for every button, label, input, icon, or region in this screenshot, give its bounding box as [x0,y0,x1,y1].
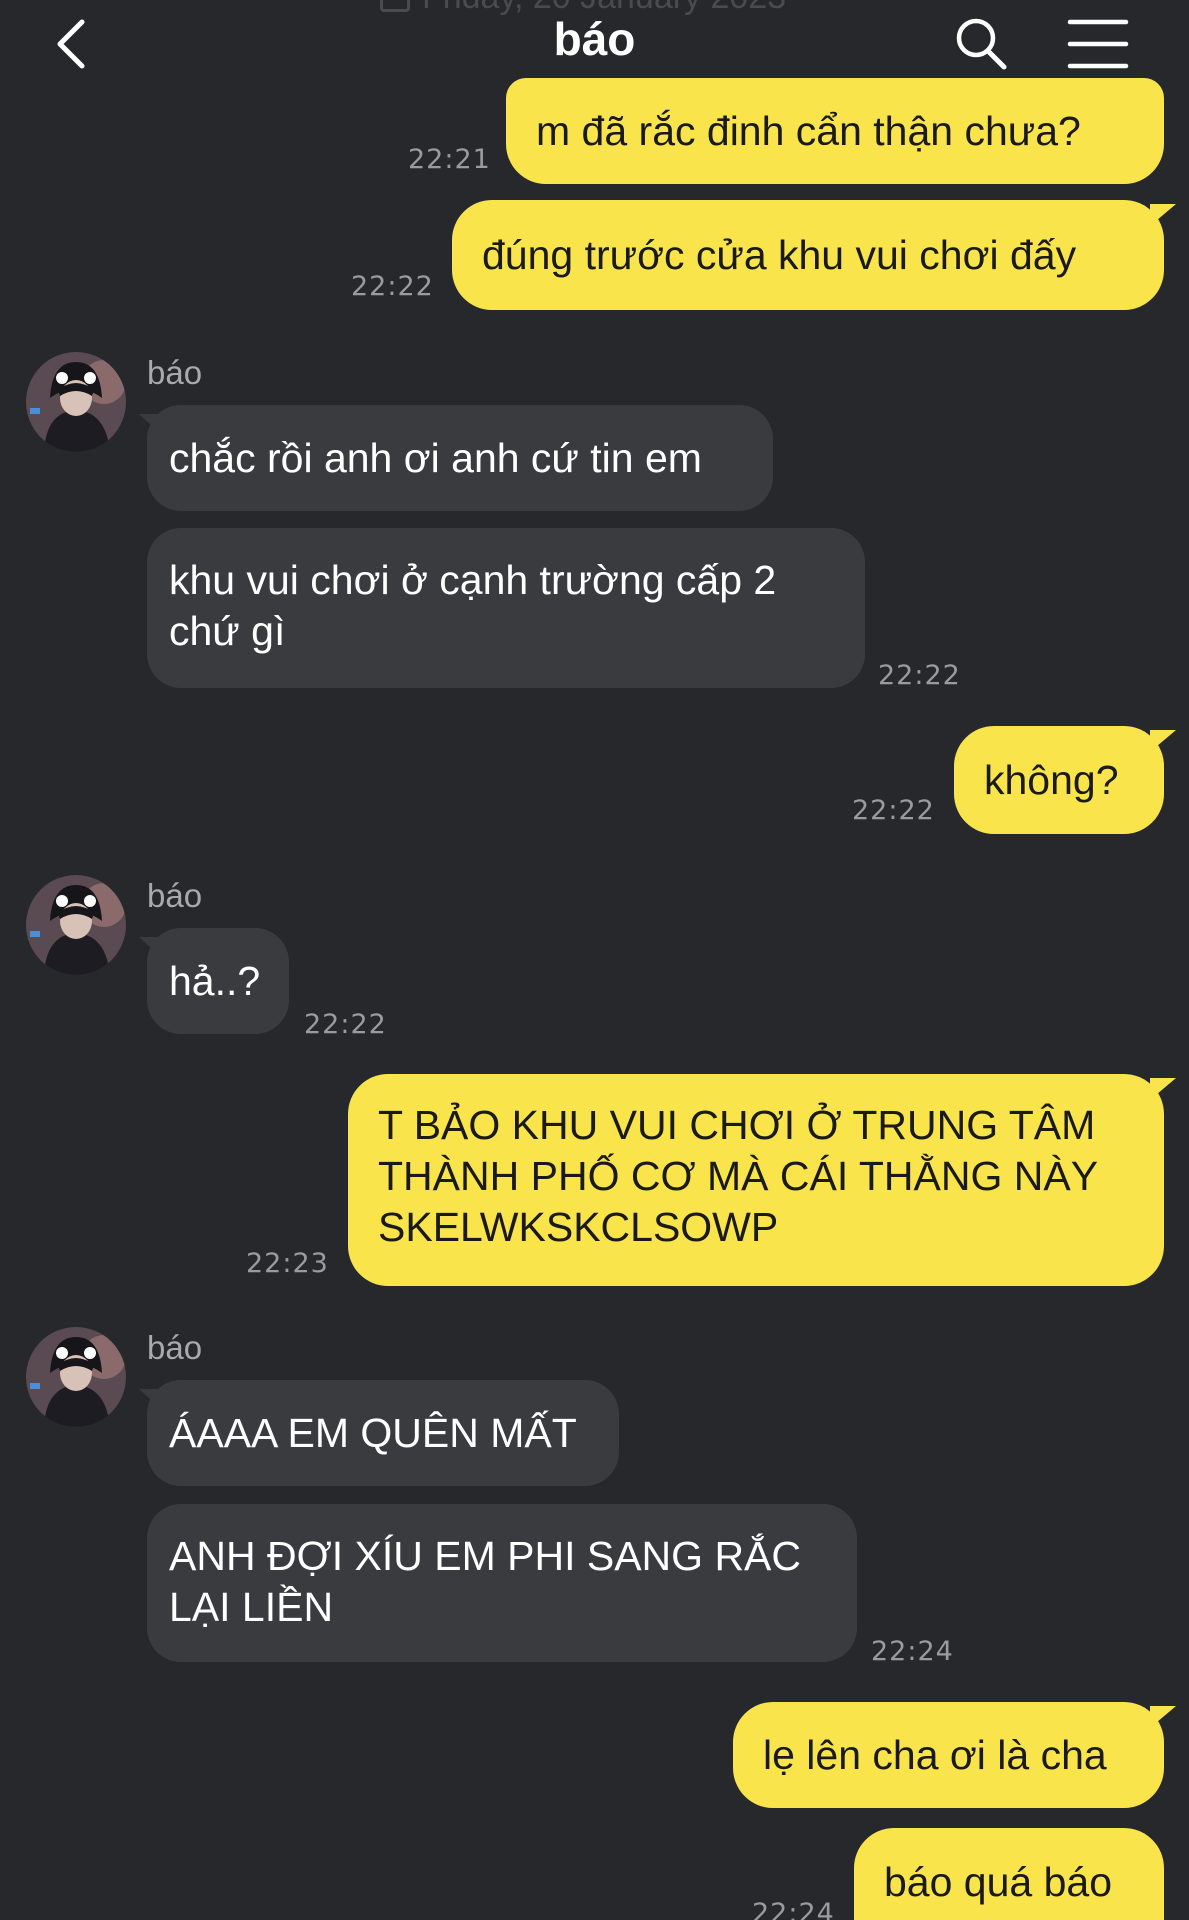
message-time: 22:23 [246,1248,329,1279]
incoming-message[interactable]: hả..? [147,928,289,1034]
contact-avatar-icon [26,875,126,975]
incoming-message[interactable]: chắc rồi anh ơi anh cứ tin em [147,405,773,511]
message-time: 22:22 [304,1009,387,1040]
sender-name: báo [147,877,203,914]
bubble-tail [1150,730,1176,752]
message-time: 22:22 [878,660,961,691]
outgoing-message[interactable]: m đã rắc đinh cẩn thận chưa? [506,78,1164,184]
message-text: chắc rồi anh ơi anh cứ tin em [169,434,702,481]
avatar[interactable] [26,1327,126,1427]
message-text: báo quá báo [884,1858,1113,1905]
message-time: 22:24 [871,1636,954,1667]
bubble-tail [1150,1706,1176,1728]
outgoing-message[interactable]: đúng trước cửa khu vui chơi đấy [452,200,1164,310]
contact-avatar-icon [26,352,126,452]
bubble-tail [139,414,161,434]
message-text: lẹ lên cha ơi là cha [763,1731,1107,1778]
outgoing-message[interactable]: không? [954,726,1164,834]
message-text: ÁAAA EM QUÊN MẤT [169,1409,577,1456]
contact-avatar-icon [26,1327,126,1427]
message-text: không? [984,756,1119,803]
bubble-tail [1150,1078,1176,1100]
chat-header: báo [0,0,1189,92]
message-time: 22:22 [351,271,434,302]
message-time: 22:22 [852,795,935,826]
search-button[interactable] [952,14,1012,74]
incoming-message[interactable]: ÁAAA EM QUÊN MẤT [147,1380,619,1486]
sender-name: báo [147,354,203,391]
message-text: đúng trước cửa khu vui chơi đấy [482,231,1077,278]
bubble-tail [139,1389,161,1409]
incoming-message[interactable]: ANH ĐỢI XÍU EM PHI SANG RẮC LẠI LIỀN [147,1504,857,1662]
incoming-message[interactable]: khu vui chơi ở cạnh trường cấp 2 chứ gì [147,528,865,688]
sender-name: báo [147,1329,203,1366]
search-icon [956,18,1007,70]
bubble-tail [1150,204,1176,226]
message-text: T BẢO KHU VUI CHƠI Ở TRUNG TÂM THÀNH PHỐ… [378,1102,1099,1250]
avatar[interactable] [26,352,126,452]
avatar[interactable] [26,875,126,975]
message-text: khu vui chơi ở cạnh trường cấp 2 chứ gì [169,557,777,654]
chat-screen: Friday, 20 January 2023 báo m đã rắc đin… [0,0,1189,1920]
menu-button[interactable] [1066,16,1130,72]
hamburger-menu-icon [1067,19,1129,69]
message-time: 22:24 [752,1898,835,1920]
message-text: ANH ĐỢI XÍU EM PHI SANG RẮC LẠI LIỀN [169,1533,802,1630]
message-text: hả..? [169,957,261,1004]
message-text: m đã rắc đinh cẩn thận chưa? [536,107,1081,154]
outgoing-message[interactable]: báo quá báo [854,1828,1164,1920]
outgoing-message[interactable]: T BẢO KHU VUI CHƠI Ở TRUNG TÂM THÀNH PHỐ… [348,1074,1164,1286]
bubble-tail [139,937,161,957]
message-time: 22:21 [408,144,491,175]
outgoing-message[interactable]: lẹ lên cha ơi là cha [733,1702,1164,1808]
